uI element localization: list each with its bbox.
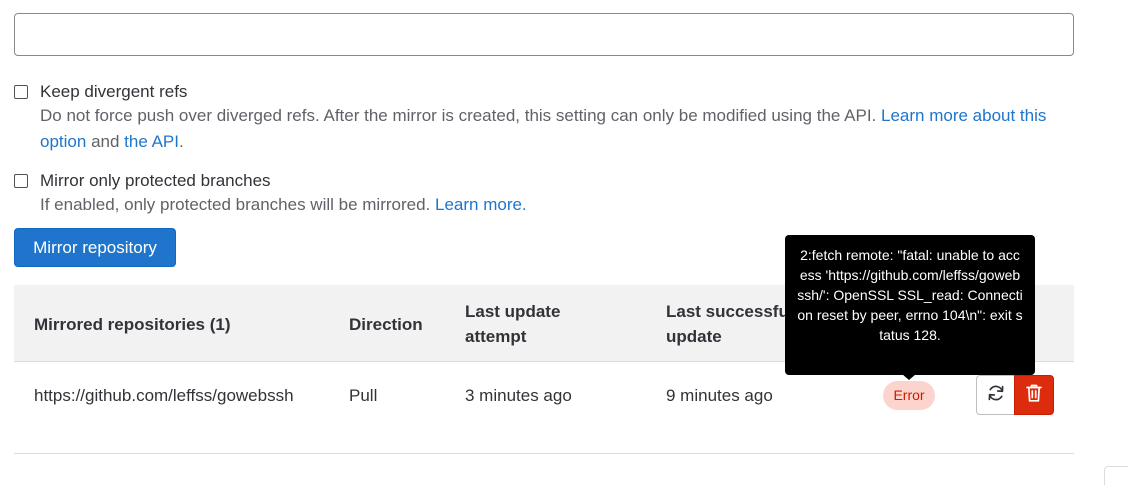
mirror-url-input[interactable] — [14, 13, 1074, 56]
cell-direction: Pull — [349, 386, 378, 405]
update-now-button[interactable] — [976, 375, 1016, 415]
protected-branches-checkbox[interactable] — [14, 174, 28, 188]
partial-button[interactable] — [1104, 466, 1128, 485]
header-direction: Direction — [349, 315, 423, 334]
error-status-badge[interactable]: Error — [883, 381, 935, 410]
trash-icon — [1025, 383, 1043, 408]
header-last-update-attempt: Last update attempt — [465, 302, 561, 346]
cell-repository-url: https://github.com/leffss/gowebssh — [34, 386, 294, 405]
protected-branches-row: Mirror only protected branches — [14, 171, 271, 191]
divider — [14, 453, 1074, 454]
protected-branches-label: Mirror only protected branches — [40, 171, 271, 190]
the-api-link[interactable]: the API — [124, 132, 179, 151]
cell-last-success: 9 minutes ago — [666, 386, 773, 405]
error-tooltip: 2:fetch remote: "fatal: unable to access… — [785, 235, 1035, 375]
mirror-repository-button[interactable]: Mirror repository — [14, 228, 176, 267]
learn-more-link[interactable]: Learn more. — [435, 195, 527, 214]
protected-branches-help: If enabled, only protected branches will… — [40, 195, 527, 214]
keep-divergent-refs-row: Keep divergent refs — [14, 82, 187, 102]
header-last-successful-update: Last successful update — [666, 302, 794, 346]
keep-divergent-refs-label: Keep divergent refs — [40, 82, 188, 101]
keep-divergent-refs-help: Do not force push over diverged refs. Af… — [40, 106, 1047, 151]
delete-mirror-button[interactable] — [1014, 375, 1054, 415]
header-mirrored-repositories: Mirrored repositories (1) — [34, 315, 231, 334]
sync-icon — [986, 383, 1006, 408]
keep-divergent-refs-checkbox[interactable] — [14, 85, 28, 99]
tooltip-arrow — [902, 374, 916, 380]
cell-last-update: 3 minutes ago — [465, 386, 572, 405]
